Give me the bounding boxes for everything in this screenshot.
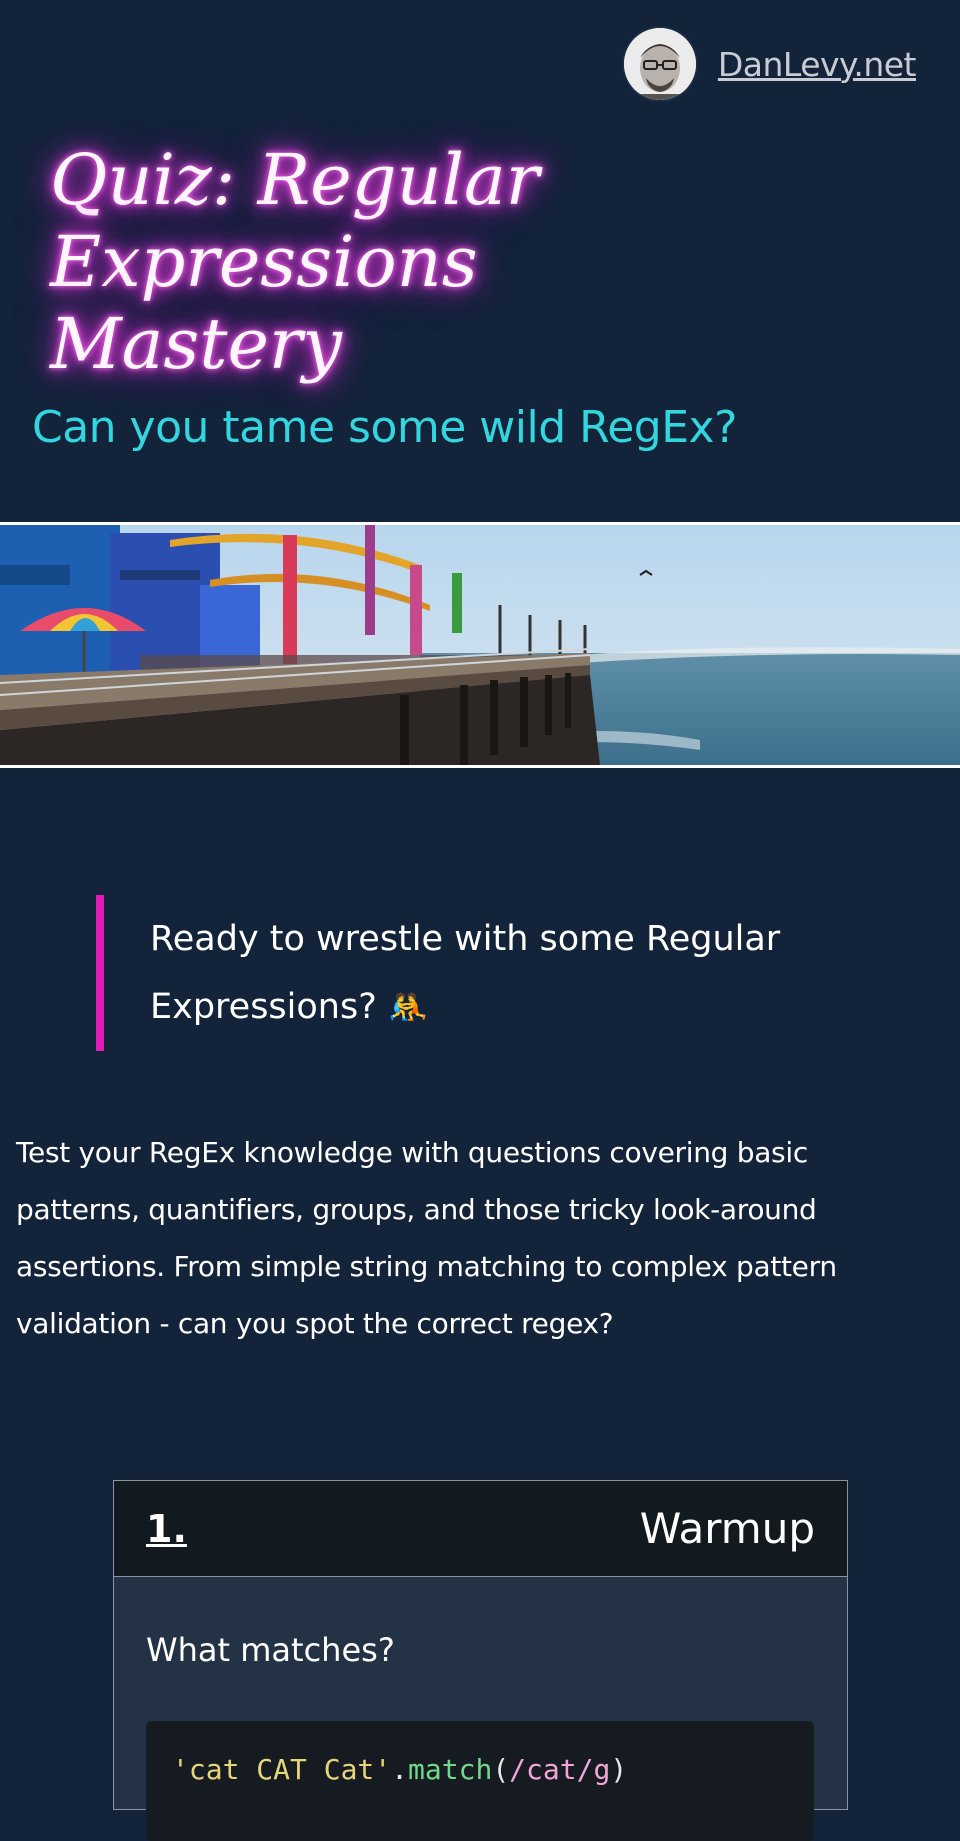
- question-category: Warmup: [639, 1504, 815, 1553]
- code-string: 'cat CAT Cat': [172, 1753, 392, 1786]
- code-regex: /cat/: [509, 1753, 594, 1786]
- question-header: 1. Warmup: [114, 1481, 847, 1577]
- avatar-icon: [623, 28, 696, 100]
- code-block: 'cat CAT Cat'.match(/cat/g): [146, 1721, 814, 1841]
- code-method: match: [408, 1753, 493, 1786]
- code-dot: .: [391, 1753, 409, 1786]
- code-paren-open: (: [492, 1753, 510, 1786]
- page-title: Quiz: Regular Expressions Mastery: [50, 139, 540, 385]
- callout-text: Ready to wrestle with some Regular Expre…: [150, 919, 781, 1027]
- intro-paragraph: Test your RegEx knowledge with questions…: [16, 1136, 837, 1340]
- code-paren-close: ): [610, 1753, 628, 1786]
- question-number-link[interactable]: 1.: [146, 1507, 187, 1551]
- callout-quote: Ready to wrestle with some Regular Expre…: [96, 895, 816, 1051]
- question-card: 1. Warmup What matches? 'cat CAT Cat'.ma…: [113, 1480, 848, 1841]
- question-prompt: What matches?: [146, 1631, 395, 1669]
- site-name-link[interactable]: DanLevy.net: [718, 45, 917, 84]
- page-subtitle: Can you tame some wild RegEx?: [32, 402, 737, 453]
- site-link[interactable]: DanLevy.net: [623, 28, 917, 100]
- wrestlers-icon: 🤼: [387, 988, 428, 1026]
- code-flag: g: [593, 1753, 611, 1786]
- hero-pier-image: [0, 522, 960, 768]
